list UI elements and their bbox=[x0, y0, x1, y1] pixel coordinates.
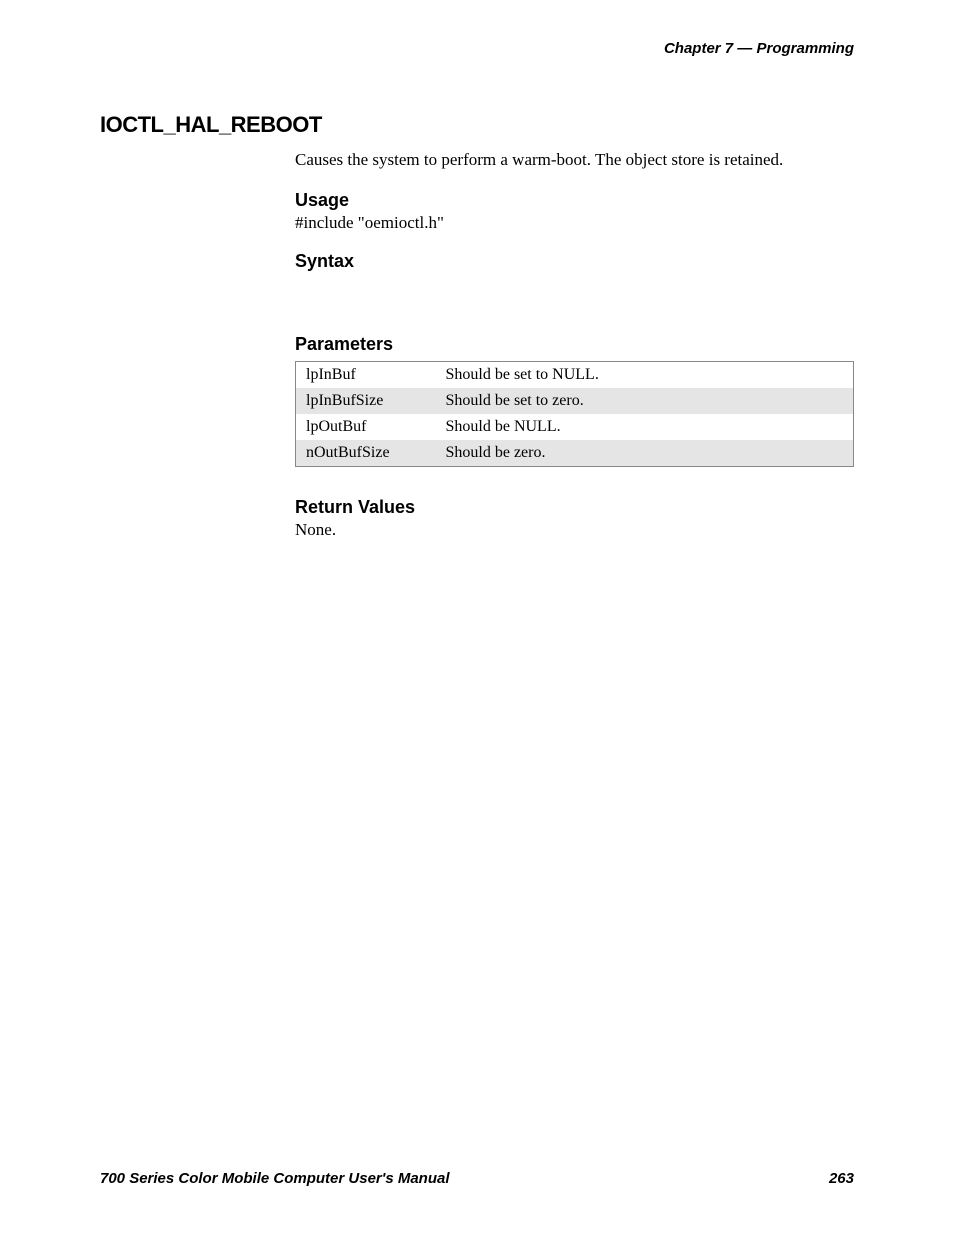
page-header: Chapter 7 — Programming bbox=[100, 40, 854, 57]
usage-heading: Usage bbox=[295, 190, 854, 211]
page-footer: 700 Series Color Mobile Computer User's … bbox=[100, 1170, 854, 1187]
content-block: Causes the system to perform a warm-boot… bbox=[295, 148, 854, 540]
page-container: Chapter 7 — Programming IOCTL_HAL_REBOOT… bbox=[0, 0, 954, 1235]
usage-line: #include "oemioctl.h" bbox=[295, 213, 854, 233]
syntax-heading: Syntax bbox=[295, 251, 854, 272]
chapter-label: Chapter 7 — Programming bbox=[664, 40, 854, 57]
param-name: lpOutBuf bbox=[296, 414, 436, 440]
param-desc: Should be NULL. bbox=[436, 414, 854, 440]
param-desc: Should be set to NULL. bbox=[436, 361, 854, 388]
table-row: lpOutBuf Should be NULL. bbox=[296, 414, 854, 440]
return-values-text: None. bbox=[295, 520, 854, 540]
syntax-content bbox=[295, 274, 854, 334]
table-row: nOutBufSize Should be zero. bbox=[296, 440, 854, 467]
parameters-heading: Parameters bbox=[295, 334, 854, 355]
parameters-table: lpInBuf Should be set to NULL. lpInBufSi… bbox=[295, 361, 854, 467]
section-title: IOCTL_HAL_REBOOT bbox=[100, 112, 854, 138]
param-name: lpInBufSize bbox=[296, 388, 436, 414]
section-description: Causes the system to perform a warm-boot… bbox=[295, 148, 854, 172]
param-desc: Should be zero. bbox=[436, 440, 854, 467]
table-row: lpInBuf Should be set to NULL. bbox=[296, 361, 854, 388]
return-values-heading: Return Values bbox=[295, 497, 854, 518]
footer-manual-title: 700 Series Color Mobile Computer User's … bbox=[100, 1170, 450, 1187]
param-name: nOutBufSize bbox=[296, 440, 436, 467]
table-row: lpInBufSize Should be set to zero. bbox=[296, 388, 854, 414]
footer-page-number: 263 bbox=[829, 1170, 854, 1187]
param-name: lpInBuf bbox=[296, 361, 436, 388]
param-desc: Should be set to zero. bbox=[436, 388, 854, 414]
